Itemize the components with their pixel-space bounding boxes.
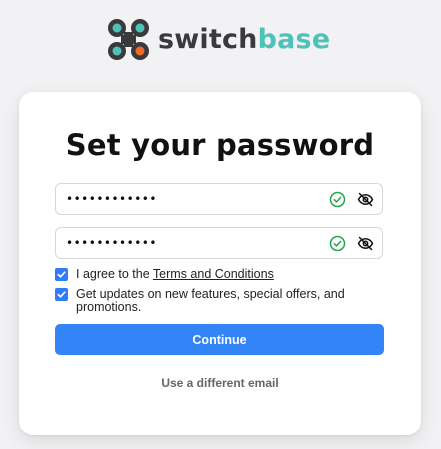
password-card: Set your password I agree to the Terms a… [19, 92, 421, 435]
brand-logo: switchbase [107, 18, 330, 61]
terms-checkbox-row: I agree to the Terms and Conditions [55, 268, 274, 281]
terms-link[interactable]: Terms and Conditions [153, 267, 274, 281]
updates-label: Get updates on new features, special off… [76, 287, 345, 314]
eye-off-icon[interactable] [357, 235, 374, 252]
confirm-password-field[interactable] [55, 227, 383, 259]
brand-name-part2: base [257, 24, 331, 55]
terms-label: I agree to the Terms and Conditions [76, 268, 274, 281]
continue-button[interactable]: Continue [55, 324, 384, 355]
updates-checkbox[interactable] [55, 288, 68, 301]
updates-checkbox-row: Get updates on new features, special off… [55, 288, 355, 314]
brand-name: switchbase [158, 26, 330, 53]
password-input[interactable] [66, 184, 316, 214]
use-different-email-link[interactable]: Use a different email [19, 376, 421, 390]
check-circle-icon [329, 235, 346, 252]
terms-checkbox[interactable] [55, 268, 68, 281]
brand-name-part1: switch [158, 24, 258, 55]
confirm-password-input[interactable] [66, 228, 316, 258]
checkmark-icon [57, 271, 66, 278]
page-title: Set your password [65, 128, 375, 162]
check-circle-icon [329, 191, 346, 208]
eye-off-icon[interactable] [357, 191, 374, 208]
password-field[interactable] [55, 183, 383, 215]
switchbase-logo-icon [108, 19, 149, 60]
checkmark-icon [57, 291, 66, 298]
terms-label-prefix: I agree to the [76, 267, 153, 281]
